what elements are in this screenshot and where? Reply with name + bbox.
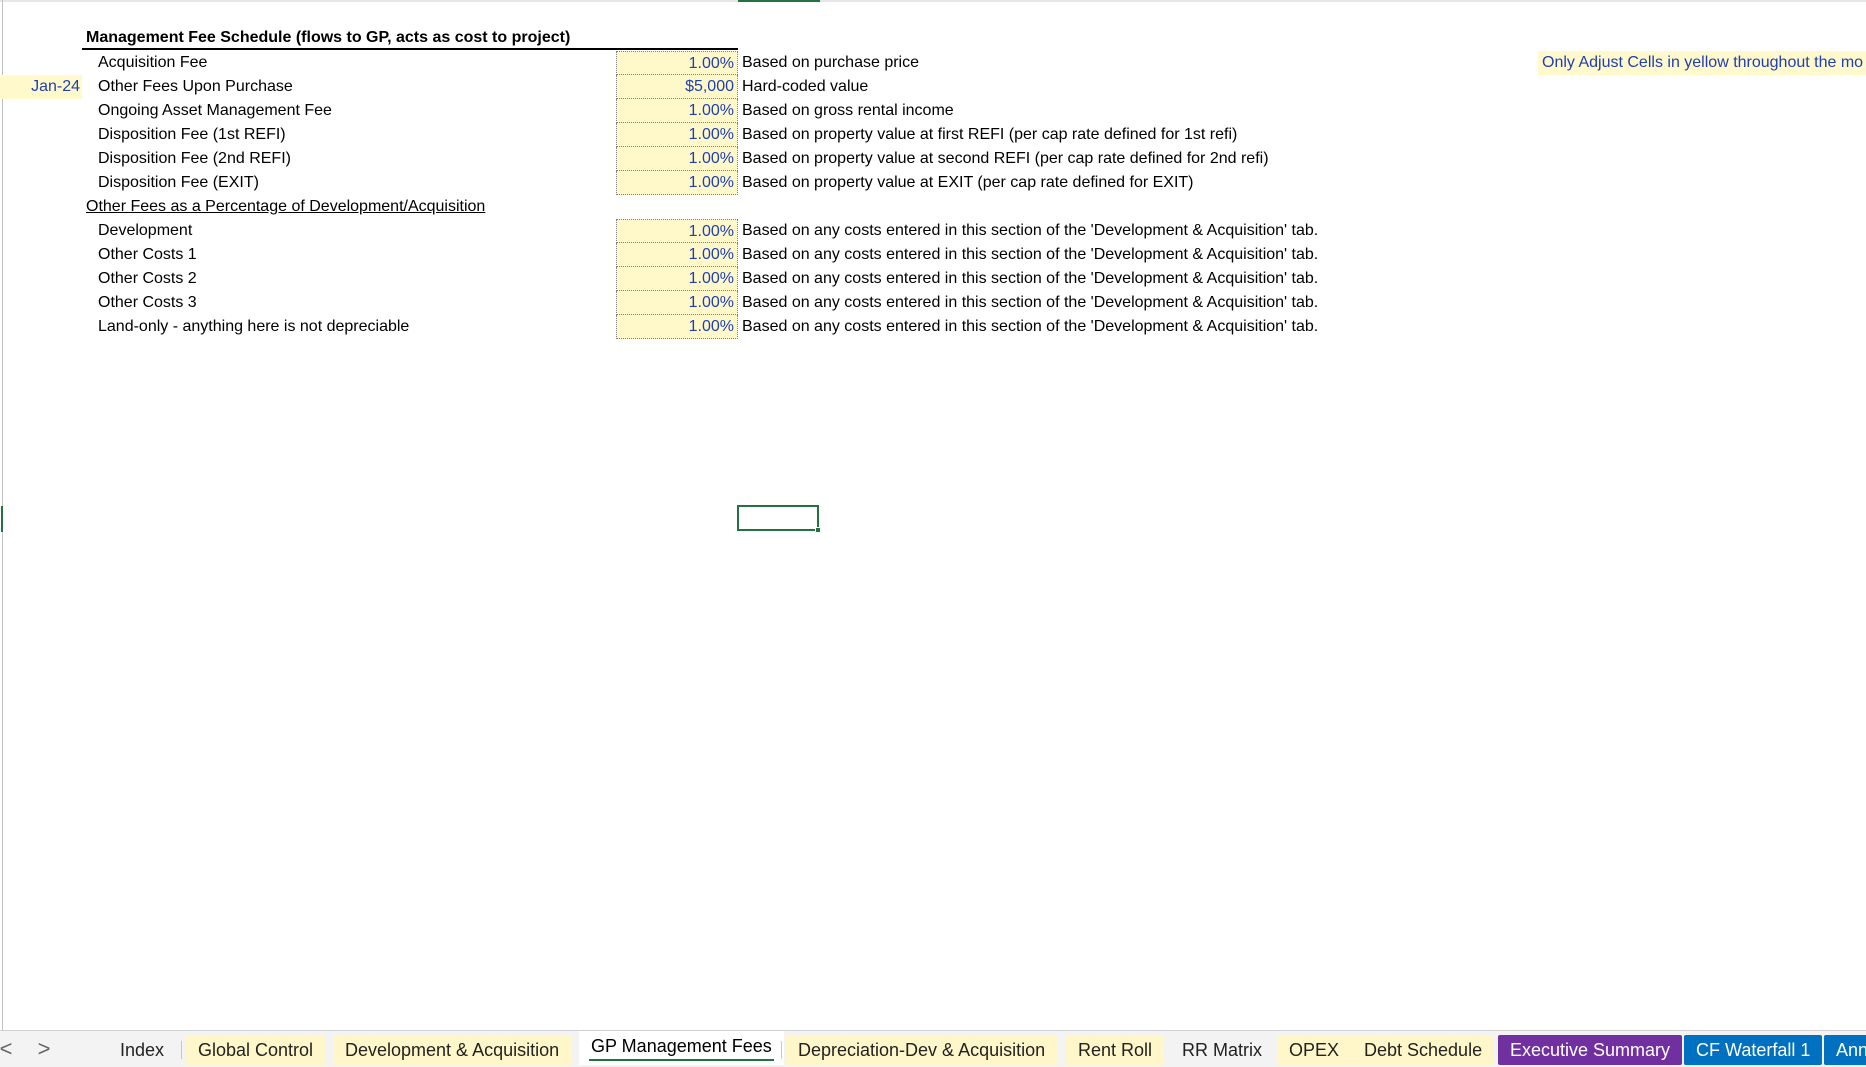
other-fee-input-cell[interactable]: 1.00% [616, 267, 738, 291]
fee-input-cell[interactable]: 1.00% [616, 147, 738, 171]
tab-label: Ann [1836, 1040, 1866, 1060]
tab-label: Development & Acquisition [345, 1040, 560, 1060]
other-fee-row-other-costs-1: Other Costs 1 1.00% Based on any costs e… [0, 243, 1866, 267]
tab-index[interactable]: Index [108, 1035, 177, 1065]
fee-row-acquisition: Acquisition Fee 1.00% Based on purchase … [0, 51, 1866, 75]
tab-ann[interactable]: Ann [1824, 1035, 1866, 1065]
other-fees-subheading: Other Fees as a Percentage of Developmen… [86, 198, 486, 215]
fee-label: Ongoing Asset Management Fee [98, 102, 332, 119]
tab-label: Depreciation-Dev & Acquisition [798, 1040, 1046, 1060]
tab-depreciation-dev-acquisition[interactable]: Depreciation-Dev & Acquisition [786, 1035, 1058, 1065]
tab-label: Global Control [198, 1040, 314, 1060]
fee-row-disposition-refi2: Disposition Fee (2nd REFI) 1.00% Based o… [0, 147, 1866, 171]
fee-label: Disposition Fee (2nd REFI) [98, 150, 291, 167]
other-fee-note: Based on any costs entered in this secti… [742, 294, 1319, 311]
tab-scroll-left-icon[interactable]: < [0, 1037, 16, 1061]
other-fee-row-development: Development 1.00% Based on any costs ent… [0, 219, 1866, 243]
section-title: Management Fee Schedule (flows to GP, ac… [86, 29, 571, 46]
tab-label: Debt Schedule [1364, 1040, 1483, 1060]
other-fee-label: Other Costs 3 [98, 294, 197, 311]
fee-label: Other Fees Upon Purchase [98, 78, 293, 95]
other-fee-note: Based on any costs entered in this secti… [742, 270, 1319, 287]
worksheet-grid[interactable]: Management Fee Schedule (flows to GP, ac… [0, 0, 1866, 1030]
other-fee-label: Development [98, 222, 193, 239]
active-tab-underline [589, 1059, 774, 1061]
fee-input-cell[interactable]: $5,000 [616, 75, 738, 99]
fee-row-disposition-exit: Disposition Fee (EXIT) 1.00% Based on pr… [0, 171, 1866, 195]
tab-development-acquisition[interactable]: Development & Acquisition [333, 1035, 572, 1065]
fee-row-asset-management: Ongoing Asset Management Fee 1.00% Based… [0, 99, 1866, 123]
fee-row-other-purchase: Jan-24 Other Fees Upon Purchase $5,000 H… [0, 75, 1866, 99]
other-fee-row-land-only: Land-only - anything here is not depreci… [0, 315, 1866, 339]
fee-note: Based on property value at second REFI (… [742, 150, 1269, 167]
fee-input-cell[interactable]: 1.00% [616, 171, 738, 195]
fee-input-cell[interactable]: 1.00% [616, 99, 738, 123]
tab-rent-roll[interactable]: Rent Roll [1066, 1035, 1165, 1065]
other-fee-note: Based on any costs entered in this secti… [742, 222, 1319, 239]
title-underline [82, 48, 738, 50]
tab-cf-waterfall-1[interactable]: CF Waterfall 1 [1684, 1035, 1823, 1065]
tab-global-control[interactable]: Global Control [186, 1035, 326, 1065]
fee-note: Based on property value at first REFI (p… [742, 126, 1238, 143]
tab-separator [781, 1041, 782, 1059]
other-fee-label: Land-only - anything here is not depreci… [98, 318, 410, 335]
fee-input-cell[interactable]: 1.00% [616, 51, 738, 75]
tab-label: OPEX [1289, 1040, 1340, 1060]
active-column-indicator [738, 0, 820, 2]
tab-label: CF Waterfall 1 [1696, 1040, 1811, 1060]
tab-gp-management-fees[interactable]: GP Management Fees [579, 1031, 784, 1065]
other-fee-label: Other Costs 1 [98, 246, 197, 263]
tab-rr-matrix[interactable]: RR Matrix [1170, 1035, 1274, 1065]
other-fee-note: Based on any costs entered in this secti… [742, 246, 1319, 263]
fee-label: Acquisition Fee [98, 54, 208, 71]
selected-cell[interactable] [737, 505, 819, 531]
fee-note: Hard-coded value [742, 78, 869, 95]
other-fee-input-cell[interactable]: 1.00% [616, 243, 738, 267]
fee-row-disposition-refi1: Disposition Fee (1st REFI) 1.00% Based o… [0, 123, 1866, 147]
fee-note: Based on purchase price [742, 54, 919, 71]
other-fee-input-cell[interactable]: 1.00% [616, 219, 738, 243]
fee-input-cell[interactable]: 1.00% [616, 123, 738, 147]
fee-label: Disposition Fee (EXIT) [98, 174, 259, 191]
fee-note: Based on gross rental income [742, 102, 954, 119]
tab-label: Rent Roll [1078, 1040, 1153, 1060]
fee-note: Based on property value at EXIT (per cap… [742, 174, 1194, 191]
fee-label: Disposition Fee (1st REFI) [98, 126, 286, 143]
other-fee-row-other-costs-2: Other Costs 2 1.00% Based on any costs e… [0, 267, 1866, 291]
fill-handle[interactable] [815, 527, 821, 533]
tab-label: Executive Summary [1510, 1040, 1671, 1060]
other-fee-input-cell[interactable]: 1.00% [616, 291, 738, 315]
other-fee-label: Other Costs 2 [98, 270, 197, 287]
fee-date-cell[interactable]: Jan-24 [0, 75, 82, 99]
tab-label: GP Management Fees [591, 1036, 772, 1056]
other-fees-header-row: Other Fees as a Percentage of Developmen… [0, 195, 1866, 219]
other-fee-row-other-costs-3: Other Costs 3 1.00% Based on any costs e… [0, 291, 1866, 315]
tab-label: Index [120, 1040, 165, 1060]
tab-label: RR Matrix [1182, 1040, 1262, 1060]
sheet-tab-bar: < > Index Global Control Development & A… [0, 1030, 1866, 1067]
active-row-indicator [1, 506, 3, 532]
tab-opex[interactable]: OPEX [1277, 1035, 1352, 1065]
tab-executive-summary[interactable]: Executive Summary [1498, 1035, 1683, 1065]
other-fee-note: Based on any costs entered in this secti… [742, 318, 1319, 335]
tab-debt-schedule[interactable]: Debt Schedule [1352, 1035, 1495, 1065]
instruction-hint: Only Adjust Cells in yellow throughout t… [1538, 51, 1866, 75]
title-row: Management Fee Schedule (flows to GP, ac… [0, 26, 1866, 50]
column-header-strip [0, 0, 1866, 2]
tab-separator [181, 1041, 182, 1059]
other-fee-input-cell[interactable]: 1.00% [616, 315, 738, 339]
tab-scroll-right-icon[interactable]: > [34, 1037, 54, 1061]
